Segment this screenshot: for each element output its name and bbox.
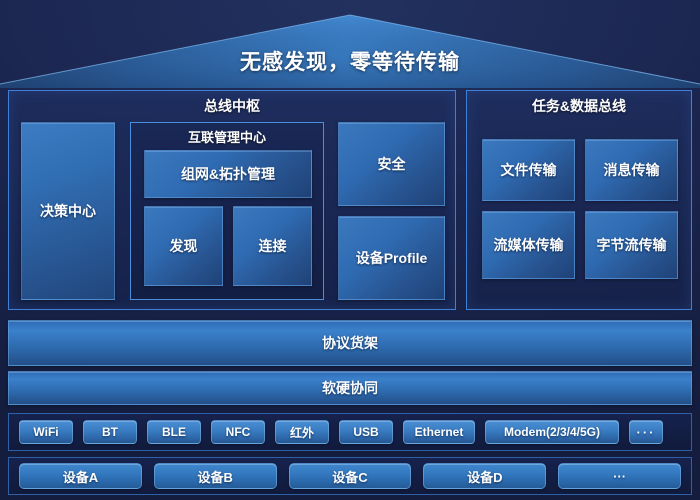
block-security[interactable]: 安全 bbox=[338, 122, 445, 206]
chip-protocol-nfc[interactable]: NFC bbox=[211, 420, 265, 444]
device-c[interactable]: 设备C bbox=[288, 463, 412, 489]
panel-task-data-bus-title: 任务&数据总线 bbox=[531, 98, 627, 114]
block-discovery[interactable]: 发现 bbox=[144, 206, 223, 286]
strip-devices: 设备A 设备B 设备C 设备D ··· bbox=[8, 457, 692, 495]
block-streaming-transfer[interactable]: 流媒体传输 bbox=[482, 211, 575, 279]
page-title: 无感发现，零等待传输 bbox=[240, 51, 460, 74]
block-device-profile[interactable]: 设备Profile bbox=[338, 216, 445, 300]
chip-protocol-infrared[interactable]: 红外 bbox=[275, 420, 329, 444]
chip-protocol-ethernet[interactable]: Ethernet bbox=[403, 420, 475, 444]
device-b[interactable]: 设备B bbox=[153, 463, 277, 489]
chip-protocol-usb[interactable]: USB bbox=[339, 420, 393, 444]
panel-task-data-bus: 任务&数据总线 文件传输 消息传输 流媒体传输 字节流传输 bbox=[466, 90, 692, 310]
block-bytestream-transfer[interactable]: 字节流传输 bbox=[585, 211, 678, 279]
bar-protocol-shelf[interactable]: 协议货架 bbox=[8, 320, 692, 366]
block-connection[interactable]: 连接 bbox=[233, 206, 312, 286]
strip-protocols: WiFi BT BLE NFC 红外 USB Ethernet Modem(2/… bbox=[8, 413, 692, 451]
chip-protocol-wifi[interactable]: WiFi bbox=[19, 420, 73, 444]
block-message-transfer[interactable]: 消息传输 bbox=[585, 139, 678, 201]
diagram-canvas: 无感发现，零等待传输 总线中枢 决策中心 互联管理中心 组网&拓扑管理 发现 连… bbox=[0, 0, 700, 500]
subpanel-interconnect-management: 互联管理中心 组网&拓扑管理 发现 连接 bbox=[130, 122, 324, 300]
roof-triangle-icon bbox=[0, 14, 700, 88]
bar-hw-sw-collaboration[interactable]: 软硬协同 bbox=[8, 371, 692, 405]
subpanel-interconnect-title: 互联管理中心 bbox=[187, 130, 266, 145]
roof-banner: 无感发现，零等待传输 bbox=[0, 0, 700, 90]
chip-protocol-modem[interactable]: Modem(2/3/4/5G) bbox=[485, 420, 619, 444]
panel-bus-hub-title: 总线中枢 bbox=[204, 98, 260, 114]
block-file-transfer[interactable]: 文件传输 bbox=[482, 139, 575, 201]
device-more[interactable]: ··· bbox=[558, 463, 681, 489]
panel-bus-hub: 总线中枢 决策中心 互联管理中心 组网&拓扑管理 发现 连接 安全 设备Prof… bbox=[8, 90, 456, 310]
chip-protocol-more[interactable]: ··· bbox=[629, 420, 663, 444]
block-decision-center[interactable]: 决策中心 bbox=[21, 122, 115, 300]
chip-protocol-ble[interactable]: BLE bbox=[147, 420, 201, 444]
block-network-topology-management[interactable]: 组网&拓扑管理 bbox=[144, 150, 312, 198]
chip-protocol-bt[interactable]: BT bbox=[83, 420, 137, 444]
device-d[interactable]: 设备D bbox=[423, 463, 547, 489]
device-a[interactable]: 设备A bbox=[19, 463, 142, 489]
